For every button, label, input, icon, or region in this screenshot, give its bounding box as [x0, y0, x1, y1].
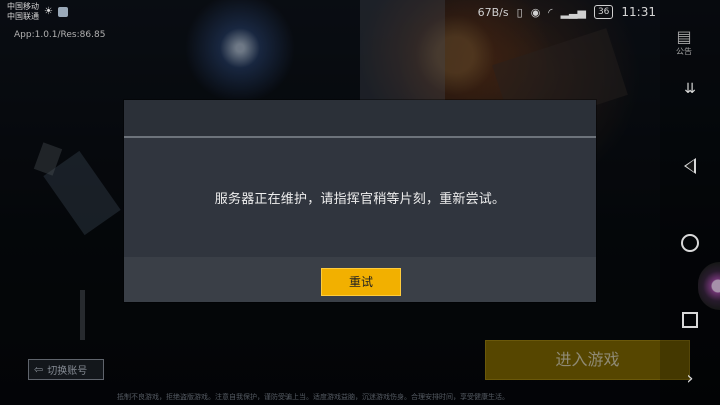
switch-account-label: 切换账号 — [47, 366, 88, 377]
maintenance-message: 服务器正在维护，请指挥官稍等片刻，重新尝试。 — [214, 192, 506, 207]
game-login-screen: 中国移动 中国联通 ☀ App:1.0.1/Res:86.85 67B/s ▯ … — [0, 0, 720, 405]
network-speed: 67B/s — [477, 5, 509, 19]
back-icon — [684, 158, 696, 174]
android-navigation-bar: ⇊ › — [660, 0, 720, 405]
home-button[interactable] — [678, 231, 702, 255]
wifi-icon: ◜ — [548, 5, 553, 19]
dialog-footer: 重试 — [124, 257, 596, 302]
switch-account-button[interactable]: ⇦ 切换账号 — [28, 359, 104, 380]
status-bar-left: 中国移动 中国联通 — [7, 2, 39, 22]
status-icons-left: ☀ — [44, 6, 68, 17]
app-resource-version: App:1.0.1/Res:86.85 — [14, 30, 106, 40]
retry-button[interactable]: 重试 — [321, 268, 401, 296]
home-icon — [681, 234, 699, 252]
health-notice: 抵制不良游戏，拒绝盗版游戏。注意自我保护，谨防受骗上当。适度游戏益脑，沉迷游戏伤… — [117, 393, 509, 401]
signal-icon: ▂▃▅ — [560, 5, 586, 19]
dialog-header — [124, 100, 596, 138]
more-button[interactable]: › — [678, 366, 702, 390]
chevron-right-icon: › — [686, 367, 694, 389]
maintenance-dialog: 服务器正在维护，请指挥官稍等片刻，重新尝试。 重试 — [124, 100, 596, 302]
eye-icon: ◉ — [530, 5, 541, 19]
back-button[interactable] — [678, 154, 702, 178]
battery-indicator: 36 — [593, 5, 614, 19]
pull-down-icon: ⇊ — [684, 81, 696, 97]
sun-icon: ☀ — [44, 6, 53, 17]
shield-icon — [57, 6, 68, 17]
pull-down-button[interactable]: ⇊ — [678, 77, 702, 101]
carrier-2-label: 中国联通 — [7, 12, 39, 21]
status-bar-right: 67B/s ▯ ◉ ◜ ▂▃▅ 36 11:31 — [478, 5, 656, 19]
recent-apps-icon — [682, 312, 698, 328]
switch-account-icon: ⇦ — [34, 363, 44, 376]
carrier-1-label: 中国移动 — [7, 2, 39, 11]
clock-time: 11:31 — [621, 5, 656, 19]
recent-apps-button[interactable] — [678, 308, 702, 332]
security-icon: ▯ — [516, 5, 523, 19]
